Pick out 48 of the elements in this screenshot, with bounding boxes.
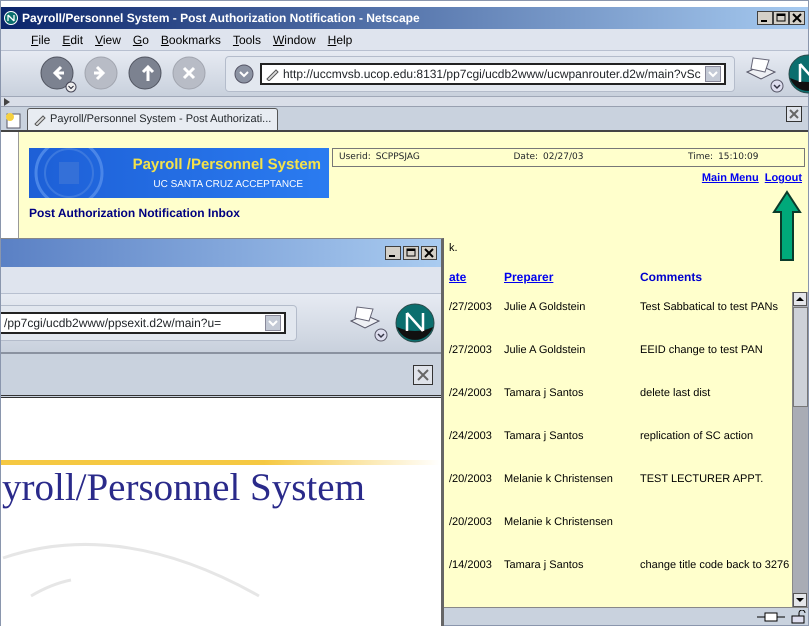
browser-tab[interactable]: Payroll/Personnel System - Post Authorizati... <box>27 108 278 130</box>
page-heading: Post Authorization Notification Inbox <box>29 204 241 222</box>
preparer-cell-text: Melanie k Christensen <box>504 515 614 530</box>
info-value: 02/27/03 <box>543 150 584 164</box>
date-cell-text: /24/2003 <box>449 429 493 444</box>
comment-cell-text: delete last dist <box>640 386 712 402</box>
preparer-cell-text: Tamara j Santos <box>504 386 584 402</box>
column-header: Comments <box>640 270 702 284</box>
comment-cell-text: EEID change to test PAN <box>640 343 764 358</box>
info-label: Time: <box>688 150 714 164</box>
preparer-cell-text: Julie A Goldstein <box>504 300 586 316</box>
menu-item[interactable]: View <box>89 30 127 48</box>
info-label: Userid: <box>339 150 371 164</box>
partial-text: k. <box>449 240 459 256</box>
preparer-cell-text: Tamara j Santos <box>504 558 584 574</box>
preparer-cell-text: Melanie k Christensen <box>504 472 614 488</box>
comment-cell-text: TEST LECTURER APPT. <box>640 472 764 488</box>
banner-title: Payroll /Personnel System <box>132 155 321 176</box>
date-cell-text: /20/2003 <box>449 472 493 488</box>
banner-subtitle: UC SANTA CRUZ ACCEPTANCE <box>153 178 304 192</box>
url-field[interactable]: http://uccmvsb.ucop.edu:8131/pp7cgi/ucdb2www/ucwpanrouter.d2w/main?vSc <box>260 62 726 84</box>
menu-item[interactable]: Bookmarks <box>154 30 227 48</box>
comment-cell-text: change title code back to 3276 <box>640 558 790 574</box>
info-label: Date: <box>514 150 538 164</box>
preparer-cell-text: Julie A Goldstein <box>504 343 586 358</box>
comment-cell-text: replication of SC action <box>640 429 754 444</box>
menu-item[interactable]: Tools <box>226 30 267 48</box>
date-cell-text: /14/2003 <box>449 558 493 574</box>
date-cell-text: /20/2003 <box>449 515 493 530</box>
page-link[interactable]: Logout <box>764 170 802 186</box>
page-title: yroll/Personnel System <box>2 465 365 511</box>
menu-item[interactable]: Help <box>322 30 358 48</box>
url-field[interactable]: /pp7cgi/ucdb2www/ppsexit.d2w/main?u= <box>1 312 286 334</box>
info-value: SCPPSJAG <box>376 150 420 164</box>
page-link[interactable]: Main Menu <box>702 170 759 186</box>
menu-item[interactable]: File <box>25 30 56 48</box>
column-header-link[interactable]: Preparer <box>504 270 554 284</box>
window-title: Payroll/Personnel System - Post Authorization Notification - Netscape <box>22 10 421 27</box>
menu-item[interactable]: Edit <box>56 30 90 48</box>
preparer-cell-text: Tamara j Santos <box>504 429 584 444</box>
date-cell-text: /24/2003 <box>449 386 493 402</box>
info-value: 15:10:09 <box>718 150 758 164</box>
column-header-link[interactable]: ate <box>449 270 466 284</box>
menu-item[interactable]: Window <box>266 30 322 48</box>
menu-item[interactable]: Go <box>126 30 155 48</box>
date-cell-text: /27/2003 <box>449 300 493 316</box>
comment-cell-text: Test Sabbatical to test PANs <box>640 300 779 316</box>
date-cell-text: /27/2003 <box>449 343 493 358</box>
